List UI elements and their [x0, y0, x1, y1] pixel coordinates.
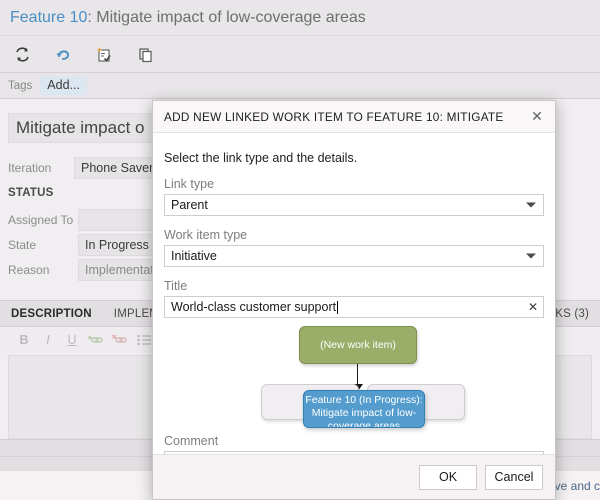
title-value: World-class customer support [171, 300, 337, 314]
link-arrow-line [357, 364, 358, 386]
add-linked-work-item-dialog: ADD NEW LINKED WORK ITEM TO FEATURE 10: … [152, 100, 556, 500]
page-title-rest: : Mitigate impact of low-coverage areas [87, 8, 366, 26]
title-input[interactable]: World-class customer support ✕ [164, 296, 544, 318]
work-item-window: Feature 10: Mitigate impact of low-cover… [0, 0, 600, 500]
state-label: State [8, 238, 37, 252]
chevron-down-icon [526, 253, 536, 259]
text-cursor [337, 300, 339, 314]
current-node-line3: coverage areas [327, 420, 401, 428]
dialog-body: Select the link type and the details. Li… [153, 133, 555, 473]
italic-icon[interactable]: I [38, 330, 58, 350]
clear-title-icon[interactable]: ✕ [528, 300, 538, 314]
remove-link-icon[interactable] [110, 330, 130, 350]
work-item-header: Feature 10: Mitigate impact of low-cover… [0, 0, 600, 35]
tab-description[interactable]: DESCRIPTION [0, 308, 103, 320]
assigned-to-label: Assigned To [8, 213, 74, 227]
ok-button[interactable]: OK [419, 464, 477, 490]
undo-icon[interactable] [47, 39, 79, 69]
work-item-toolbar [0, 35, 600, 73]
tags-row: Tags Add... [0, 73, 600, 99]
tags-label: Tags [8, 79, 33, 92]
reason-label: Reason [8, 263, 50, 277]
close-icon[interactable]: ✕ [519, 101, 555, 132]
dialog-footer: OK Cancel [153, 454, 555, 499]
dialog-title: ADD NEW LINKED WORK ITEM TO FEATURE 10: … [164, 109, 508, 124]
link-type-select[interactable]: Parent [164, 194, 544, 216]
add-tag-button[interactable]: Add... [40, 76, 87, 95]
chevron-down-icon [526, 202, 536, 208]
underline-icon[interactable]: U [62, 330, 82, 350]
page-title: Feature 10: Mitigate impact of low-cover… [10, 9, 366, 27]
comment-label: Comment [164, 434, 219, 448]
work-item-type-label: Work item type [164, 228, 248, 242]
page-title-link[interactable]: Feature 10 [10, 9, 87, 26]
copy-icon[interactable] [129, 39, 161, 69]
new-work-item-node: (New work item) [299, 326, 417, 364]
current-node-line1: Feature 10 (In Progress): [305, 394, 423, 406]
iteration-label: Iteration [8, 161, 52, 175]
new-linked-work-item-icon[interactable] [88, 39, 120, 69]
refresh-icon[interactable] [6, 39, 38, 69]
bold-icon[interactable]: B [14, 330, 34, 350]
title-label: Title [164, 279, 188, 293]
current-work-item-node: Feature 10 (In Progress): Mitigate impac… [303, 390, 425, 428]
link-preview-diagram: (New work item) Feature 10 (In Progress)… [164, 324, 544, 432]
status-section-header: STATUS [8, 187, 54, 199]
dialog-instructions: Select the link type and the details. [164, 151, 358, 165]
bullet-list-icon[interactable] [134, 330, 154, 350]
cancel-button[interactable]: Cancel [485, 464, 543, 490]
work-item-type-select[interactable]: Initiative [164, 245, 544, 267]
link-type-value: Parent [171, 198, 208, 212]
add-link-icon[interactable] [86, 330, 106, 350]
dialog-titlebar: ADD NEW LINKED WORK ITEM TO FEATURE 10: … [153, 101, 555, 133]
link-type-label: Link type [164, 177, 215, 191]
current-node-line2: Mitigate impact of low- [311, 407, 417, 419]
work-item-type-value: Initiative [171, 249, 217, 263]
